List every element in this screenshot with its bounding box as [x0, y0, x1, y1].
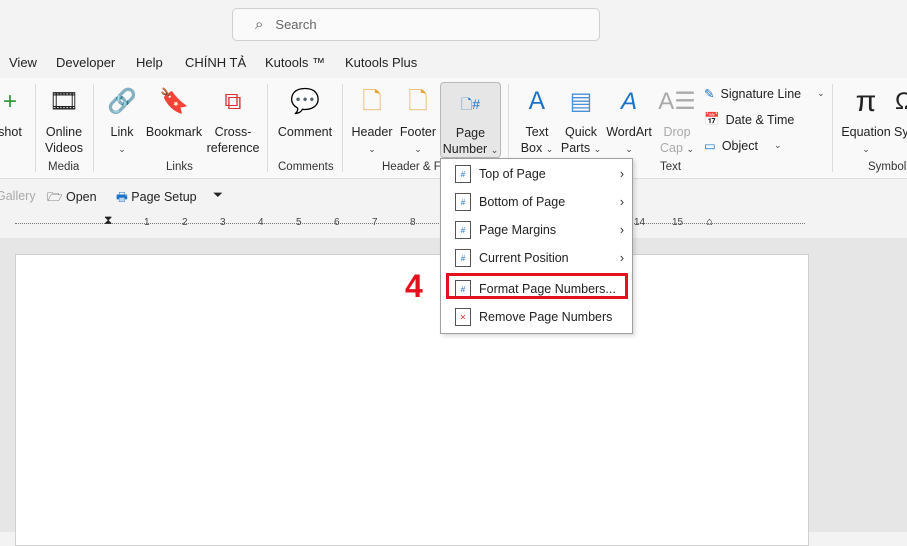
- submenu-arrow-icon: ›: [619, 251, 624, 265]
- tab-chinh-ta[interactable]: CHÍNH TẢ: [185, 55, 246, 70]
- page-bottom-icon: #: [455, 193, 471, 211]
- group-header-footer: Header & F: [382, 161, 441, 173]
- footer-button[interactable]: 🗋 Footer ⌄: [397, 84, 439, 157]
- group-symbols: Symbols: [868, 161, 907, 173]
- current-position-icon: #: [455, 249, 471, 267]
- comment-button[interactable]: 💬 Comment: [275, 84, 335, 140]
- cross-reference-icon: ⧉: [224, 88, 242, 115]
- quick-parts-icon: ▤: [569, 88, 593, 115]
- online-videos-button[interactable]: 🎞 Online Videos: [40, 84, 88, 156]
- link-button[interactable]: 🔗 Link ⌄: [104, 84, 140, 157]
- quick-parts-button[interactable]: ▤ Quick Parts ⌄: [560, 84, 602, 157]
- folder-icon: 🗁: [47, 190, 63, 204]
- gallery-button[interactable]: Gallery: [0, 189, 36, 203]
- tab-kutools[interactable]: Kutools ™: [265, 55, 325, 70]
- menu-item-remove-page-numbers[interactable]: ✕ Remove Page Numbers: [441, 304, 632, 330]
- omega-icon: Ω: [895, 88, 907, 115]
- open-button[interactable]: 🗁 Open: [47, 188, 97, 209]
- page-number-button[interactable]: 🗋# Page Number ⌄: [440, 82, 501, 158]
- video-globe-icon: 🎞: [48, 88, 80, 115]
- pi-icon: π: [855, 85, 877, 118]
- wordart-icon: A: [620, 88, 637, 115]
- equation-button[interactable]: π Equation ⌄: [840, 84, 892, 157]
- search-icon: ⌕: [255, 16, 264, 33]
- tab-developer[interactable]: Developer: [56, 55, 115, 70]
- submenu-arrow-icon: ›: [619, 223, 624, 237]
- cross-reference-button[interactable]: ⧉ Cross-reference: [206, 84, 260, 156]
- group-comments: Comments: [278, 161, 334, 173]
- header-button[interactable]: 🗋 Header ⌄: [350, 84, 394, 157]
- step-number: 4: [405, 268, 423, 304]
- text-box-icon: Ａ: [525, 88, 549, 115]
- submenu-arrow-icon: ›: [619, 195, 624, 209]
- object-button[interactable]: ▭ Object ⌄: [704, 138, 782, 154]
- drop-cap-button[interactable]: A☰ Drop Cap ⌄: [658, 84, 696, 157]
- object-icon: ▭: [704, 139, 716, 153]
- bookmark-button[interactable]: 🔖 Bookmark: [145, 84, 203, 140]
- group-links: Links: [166, 161, 193, 173]
- signature-line-button[interactable]: ✎ Signature Line ⌄: [704, 86, 825, 102]
- menu-item-bottom-of-page[interactable]: # Bottom of Page ›: [441, 189, 632, 215]
- signature-icon: ✎: [704, 87, 715, 101]
- wordart-button[interactable]: A WordArt ⌄: [604, 84, 654, 157]
- tab-help[interactable]: Help: [136, 55, 163, 70]
- right-indent-marker[interactable]: ⌂: [706, 216, 713, 228]
- page-setup-button[interactable]: 🖶 Page Setup: [116, 188, 197, 209]
- header-icon: 🗋: [362, 88, 382, 115]
- screenshot-button[interactable]: + shot: [0, 84, 26, 140]
- group-text: Text: [660, 161, 682, 173]
- menu-item-page-margins[interactable]: # Page Margins ›: [441, 217, 632, 243]
- symbol-button[interactable]: Ω Sy: [894, 84, 907, 140]
- page-margins-icon: #: [455, 221, 471, 239]
- tab-kutools-plus[interactable]: Kutools Plus: [345, 55, 417, 70]
- text-box-button[interactable]: Ａ Text Box ⌄: [518, 84, 556, 157]
- menu-item-current-position[interactable]: # Current Position ›: [441, 245, 632, 271]
- calendar-clock-icon: 📅: [704, 112, 720, 126]
- highlight-box: [446, 273, 628, 299]
- footer-icon: 🗋: [408, 88, 428, 115]
- drop-cap-icon: A☰: [658, 88, 696, 115]
- customize-toolbar-icon[interactable]: ⏷: [213, 188, 223, 203]
- remove-page-numbers-icon: ✕: [455, 308, 471, 326]
- submenu-arrow-icon: ›: [619, 167, 624, 181]
- bookmark-icon: 🔖: [159, 88, 189, 115]
- page-number-icon: 🗋#: [460, 96, 481, 112]
- page-top-icon: #: [455, 165, 471, 183]
- group-media: Media: [48, 161, 80, 173]
- comment-icon: 💬: [290, 88, 320, 115]
- search-input[interactable]: ⌕ Search: [232, 8, 600, 41]
- indent-marker[interactable]: ⧗: [104, 213, 112, 228]
- tab-view[interactable]: View: [9, 55, 37, 70]
- page-number-menu: # Top of Page › # Bottom of Page › # Page Mar…: [440, 158, 633, 334]
- menu-item-top-of-page[interactable]: # Top of Page ›: [441, 161, 632, 187]
- date-time-button[interactable]: 📅 Date & Time: [704, 112, 794, 127]
- page-setup-icon: 🖶: [116, 190, 128, 204]
- screenshot-icon: +: [2, 88, 17, 115]
- link-icon: 🔗: [107, 88, 137, 115]
